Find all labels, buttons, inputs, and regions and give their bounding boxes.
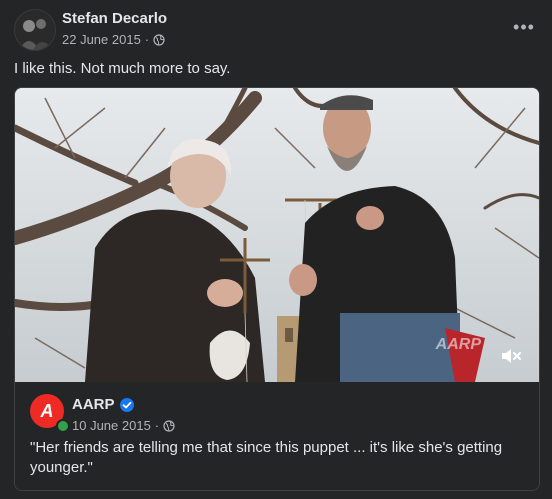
- online-status-dot: [56, 419, 70, 433]
- shared-post-card[interactable]: AARP A AARP 10 June 2015 · "Her friends …: [14, 87, 540, 491]
- globe-icon[interactable]: [153, 33, 165, 46]
- more-options-icon: •••: [513, 17, 535, 37]
- more-options-button[interactable]: •••: [510, 15, 538, 43]
- facebook-post: Stefan Decarlo 22 June 2015 · ••• I like…: [0, 0, 552, 499]
- shared-meta-separator: ·: [154, 418, 160, 433]
- post-text: I like this. Not much more to say.: [14, 60, 231, 77]
- post-meta: 22 June 2015 ·: [62, 32, 165, 47]
- shared-post-text: "Her friends are telling me that since t…: [30, 439, 503, 476]
- meta-separator: ·: [144, 32, 150, 47]
- post-date[interactable]: 22 June 2015: [62, 32, 141, 47]
- muted-speaker-icon[interactable]: [499, 344, 523, 368]
- shared-author: AARP: [72, 396, 134, 413]
- post-header: Stefan Decarlo 22 June 2015 · •••: [14, 9, 538, 53]
- shared-post-meta: 10 June 2015 ·: [72, 418, 175, 433]
- avatar-photo: [15, 10, 55, 50]
- shared-author-name[interactable]: AARP: [72, 396, 115, 413]
- video-watermark: AARP: [435, 336, 481, 353]
- author-name[interactable]: Stefan Decarlo: [62, 10, 167, 27]
- shared-post-details: A AARP 10 June 2015 · "Her friends are t…: [15, 382, 539, 490]
- globe-icon[interactable]: [163, 419, 175, 432]
- video-player[interactable]: AARP: [15, 88, 539, 382]
- aarp-logo-letter: A: [40, 400, 54, 421]
- verified-badge-icon: [119, 397, 134, 412]
- shared-post-date[interactable]: 10 June 2015: [72, 418, 151, 433]
- author-avatar[interactable]: [14, 9, 56, 51]
